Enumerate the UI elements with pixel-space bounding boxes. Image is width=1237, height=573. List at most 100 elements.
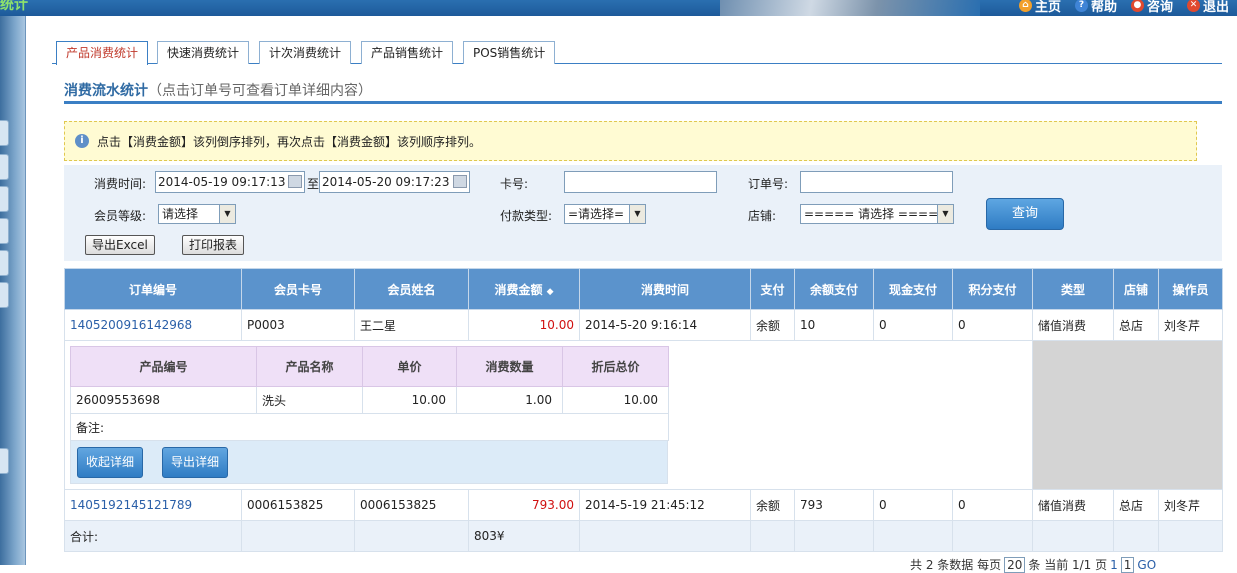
col-amount-sort[interactable]: 消费金额 ◆ [468,268,580,310]
balance-cell: 10 [794,309,874,341]
logout-link[interactable]: ✕ 退出 [1186,0,1229,15]
info-icon: i [75,134,89,148]
col-balance-pay: 余额支付 [794,268,874,310]
export-detail-button[interactable]: 导出详细 [162,447,229,478]
detail-col-code: 产品编号 [70,346,257,387]
detail-col-name: 产品名称 [256,346,363,387]
detail-actions: 收起详细 导出详细 [70,441,668,484]
pay-cell: 余额 [750,309,795,341]
sidebar-handle[interactable] [0,218,9,244]
sidebar-handle[interactable] [0,448,9,474]
operator-cell: 刘冬芹 [1158,489,1223,521]
total-empty [794,520,874,552]
app-logo: 统计 [0,0,28,13]
detail-note-row: 备注: [70,413,669,441]
col-shop: 店铺 [1113,268,1159,310]
chevron-down-icon: ▼ [937,205,953,223]
consult-link[interactable]: ● 咨询 [1130,0,1173,15]
query-button[interactable]: 查询 [986,198,1064,230]
time-from-input[interactable]: 2014-05-19 09:17:13 [155,171,305,193]
shop-select[interactable]: ===== 请选择 ===== ▼ [800,204,954,224]
sidebar-handle[interactable] [0,282,9,308]
card-cell: 0006153825 [241,489,355,521]
shop-cell: 总店 [1113,489,1159,521]
tab-product-sales[interactable]: 产品销售统计 [361,41,454,64]
consult-link-label: 咨询 [1146,0,1173,15]
time-cell: 2014-5-20 9:16:14 [579,309,751,341]
total-amount: 803¥ [468,520,580,552]
tab-bar: 产品消费统计 快速消费统计 计次消费统计 产品销售统计 POS销售统计 [52,40,1222,65]
help-link[interactable]: ? 帮助 [1074,0,1117,15]
col-member-name: 会员姓名 [354,268,469,310]
col-card-no: 会员卡号 [241,268,355,310]
tab-count-consumption[interactable]: 计次消费统计 [259,41,352,64]
sidebar-handle[interactable] [0,154,9,180]
col-type: 类型 [1032,268,1114,310]
total-empty [952,520,1033,552]
order-no-link[interactable]: 1405192145121789 [64,489,242,521]
sidebar [0,16,26,565]
chevron-down-icon: ▼ [219,205,235,223]
shop-label: 店铺: [748,209,777,223]
page-title: 消费流水统计 [64,83,148,99]
card-input[interactable] [564,171,717,193]
sidebar-handle[interactable] [0,186,9,212]
total-empty [241,520,355,552]
total-empty [1113,520,1159,552]
col-pay: 支付 [750,268,795,310]
time-from-value: 2014-05-19 09:17:13 [158,175,286,189]
time-label: 消费时间: [94,177,147,191]
page-subtitle: （点击订单号可查看订单详细内容） [148,83,372,99]
total-empty [354,520,469,552]
card-cell: P0003 [241,309,355,341]
tab-product-consumption[interactable]: 产品消费统计 [56,41,149,65]
time-to-input[interactable]: 2014-05-20 09:17:23 [319,171,470,193]
home-link-label: 主页 [1034,0,1061,15]
home-icon: ⌂ [1018,0,1032,12]
level-select[interactable]: 请选择 ▼ [158,204,236,224]
total-label: 合计: [64,520,242,552]
shop-cell: 总店 [1113,309,1159,341]
detail-row: 26009553698 洗头 10.00 1.00 10.00 [70,386,669,414]
total-empty [579,520,751,552]
section-title: 消费流水统计（点击订单号可查看订单详细内容） [64,80,1222,104]
points-cell: 0 [952,309,1033,341]
pay-type-select[interactable]: =请选择= ▼ [564,204,646,224]
filter-panel: 消费时间: 2014-05-19 09:17:13 至 2014-05-20 0… [64,165,1222,261]
sidebar-handle[interactable] [0,250,9,276]
total-empty [1032,520,1114,552]
detail-qty: 1.00 [456,386,563,414]
tab-quick-consumption[interactable]: 快速消费统计 [157,41,250,64]
col-points-pay: 积分支付 [952,268,1033,310]
order-input[interactable] [800,171,953,193]
calendar-icon[interactable] [288,175,302,188]
col-amount-label: 消费金额 [494,282,543,297]
detail-total: 10.00 [562,386,669,414]
logout-link-label: 退出 [1202,0,1229,15]
name-cell: 王二星 [354,309,469,341]
home-link[interactable]: ⌂ 主页 [1018,0,1061,15]
cash-cell: 0 [873,309,953,341]
total-empty [1158,520,1223,552]
level-label: 会员等级: [94,209,147,223]
type-cell: 储值消费 [1032,489,1114,521]
total-empty [750,520,795,552]
total-row: 合计: 803¥ [64,520,1223,552]
export-excel-button[interactable]: 导出Excel [85,235,155,255]
order-no-link[interactable]: 1405200916142968 [64,309,242,341]
level-select-value: 请选择 [162,207,199,221]
balance-cell: 793 [794,489,874,521]
detail-col-price: 单价 [362,346,457,387]
calendar-icon[interactable] [453,175,467,188]
sidebar-handle[interactable] [0,120,9,146]
tab-pos-sales[interactable]: POS销售统计 [463,41,556,64]
detail-col-qty: 消费数量 [456,346,563,387]
print-report-button[interactable]: 打印报表 [182,235,245,255]
detail-filler [1032,340,1223,490]
collapse-detail-button[interactable]: 收起详细 [77,447,144,478]
table-row: 1405192145121789 0006153825 0006153825 7… [64,489,1223,521]
col-order-no: 订单编号 [64,268,242,310]
table-row: 1405200916142968 P0003 王二星 10.00 2014-5-… [64,309,1223,341]
detail-name: 洗头 [256,386,363,414]
operator-cell: 刘冬芹 [1158,309,1223,341]
